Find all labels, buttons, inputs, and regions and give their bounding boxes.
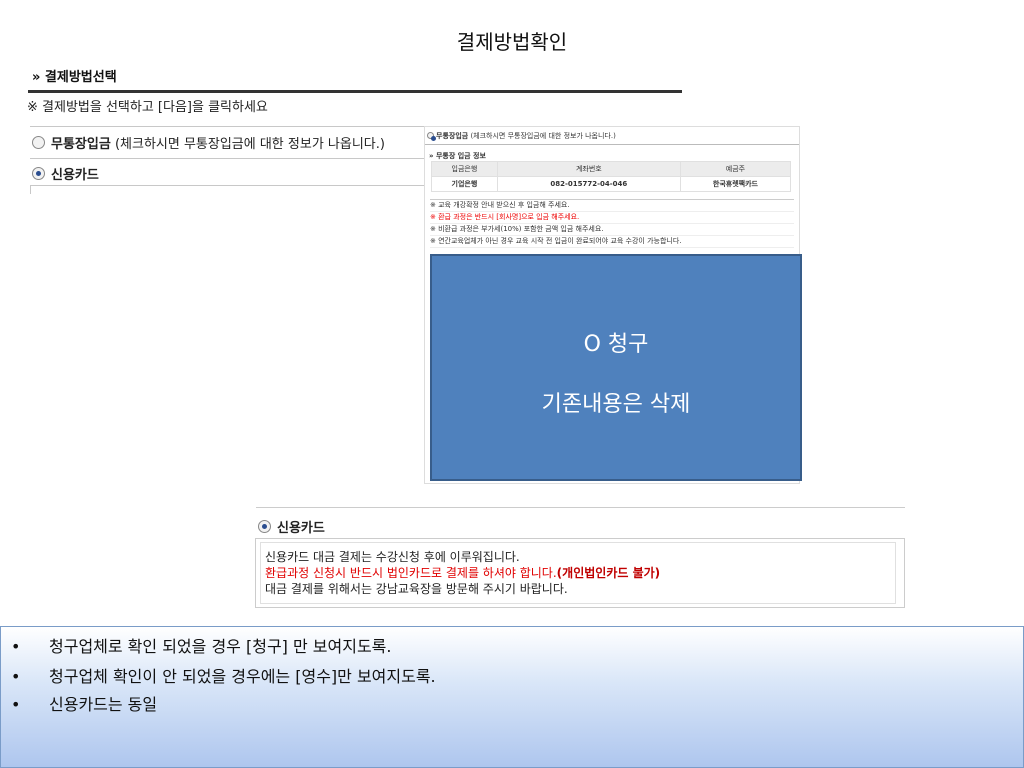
note-item: • 청구업체로 확인 되었을 경우 [청구] 만 보여지도록.: [11, 633, 392, 657]
credit-card-header[interactable]: 신용카드: [256, 507, 905, 536]
cell-holder: 한국휴렛팩카드: [679, 176, 792, 192]
option-credit-card[interactable]: 신용카드: [30, 158, 424, 186]
annotation-line-2: 기존내용은 삭제: [541, 392, 691, 417]
cell-bank: 기업은행: [431, 176, 498, 192]
note-text: 청구업체 확인이 안 되었을 경우에는 [영수]만 보여지도록.: [49, 667, 436, 686]
bank-note: ※ 환급 과정은 반드시 [회사명]으로 입금 해주세요.: [430, 212, 794, 224]
option-bank-transfer-label: 무통장입금: [51, 137, 111, 152]
bank-note: ※ 비환급 과정은 부가세(10%) 포함한 금액 입금 해주세요.: [430, 224, 794, 236]
divider: [425, 144, 799, 145]
section-header: » 결제방법선택: [28, 64, 682, 93]
column-header-holder: 예금주: [679, 161, 792, 177]
bank-option-desc: (체크하시면 무통장입금에 대한 정보가 나옵니다.): [470, 132, 616, 140]
bank-info-table: 입금은행 계좌번호 예금주 기업은행 082-015772-04-046 한국휴…: [431, 161, 792, 192]
bank-option-row[interactable]: 무통장입금 (체크하시면 무통장입금에 대한 정보가 나옵니다.): [427, 131, 616, 141]
bank-info-title: » 무통장 입금 정보: [429, 152, 486, 160]
option-bank-transfer-desc: (체크하시면 무통장입금에 대한 정보가 나옵니다.): [114, 137, 385, 152]
page-title: 결제방법확인: [456, 30, 568, 54]
section-header-label: » 결제방법선택: [32, 70, 117, 85]
option-panel-frame: [30, 186, 423, 194]
note-item: • 청구업체 확인이 안 되었을 경우에는 [영수]만 보여지도록.: [11, 663, 436, 687]
bullet: •: [11, 637, 21, 656]
annotation-line-1: O 청구: [583, 332, 649, 357]
bank-note: ※ 연간교육업체가 아닌 경우 교육 시작 전 입금이 완료되어야 교육 수강이…: [430, 236, 794, 248]
annotation-box: O 청구 기존내용은 삭제: [430, 254, 802, 481]
bullet: •: [11, 667, 21, 686]
table-row: 기업은행 082-015772-04-046 한국휴렛팩카드: [431, 176, 792, 192]
bank-option-radio[interactable]: [427, 132, 436, 141]
note-text: 청구업체로 확인 되었을 경우 [청구] 만 보여지도록.: [49, 637, 392, 656]
column-header-bank: 입금은행: [431, 161, 498, 177]
option-bank-transfer[interactable]: 무통장입금 (체크하시면 무통장입금에 대한 정보가 나옵니다.): [30, 126, 424, 153]
note-item: • 신용카드는 동일: [11, 691, 157, 715]
note-text: 신용카드는 동일: [49, 695, 158, 714]
instruction-text: ※ 결제방법을 선택하고 [다음]을 클릭하세요: [27, 100, 268, 115]
notes-panel: • 청구업체로 확인 되었을 경우 [청구] 만 보여지도록. • 청구업체 확인이…: [0, 626, 1024, 768]
cell-account: 082-015772-04-046: [496, 176, 681, 192]
radio-credit-card[interactable]: [32, 167, 45, 180]
column-header-account: 계좌번호: [496, 161, 681, 177]
bank-notes: ※ 교육 개강확정 안내 받으신 후 입금해 주세요. ※ 환급 과정은 반드시…: [430, 199, 794, 248]
bullet: •: [11, 695, 21, 714]
credit-card-line-2: 환급과정 신청시 반드시 법인카드로 결제를 하셔야 합니다.: [265, 566, 557, 580]
credit-card-info-box: 신용카드 대금 결제는 수강신청 후에 이루워집니다. 환급과정 신청시 반드시…: [255, 538, 905, 608]
credit-card-radio[interactable]: [258, 520, 271, 533]
credit-card-title: 신용카드: [277, 521, 325, 536]
bank-option-label: 무통장입금: [436, 132, 469, 140]
credit-card-line-1: 신용카드 대금 결제는 수강신청 후에 이루워집니다.: [265, 550, 520, 564]
option-credit-card-label: 신용카드: [51, 168, 99, 183]
bank-note: ※ 교육 개강확정 안내 받으신 후 입금해 주세요.: [430, 200, 794, 212]
radio-bank-transfer[interactable]: [32, 136, 45, 149]
credit-card-warning: (개인법인카드 불가): [556, 566, 661, 580]
credit-card-line-3: 대금 결제를 위해서는 강남교육장을 방문해 주시기 바랍니다.: [265, 582, 568, 596]
